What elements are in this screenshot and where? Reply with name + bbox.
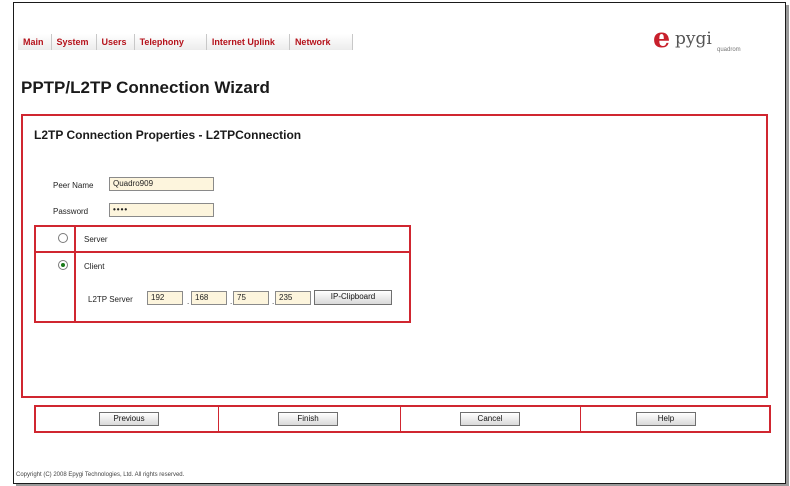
ip-octet-4-input[interactable]: 235 <box>275 291 311 305</box>
logo-word: pygi <box>675 29 712 49</box>
finish-button[interactable]: Finish <box>278 412 338 426</box>
ip-octet-3-input[interactable]: 75 <box>233 291 269 305</box>
nav-item-internet-uplink[interactable]: Internet Uplink <box>206 34 290 50</box>
button-bar-divider <box>400 405 401 433</box>
ip-separator: . <box>272 297 275 306</box>
ip-octet-2-input[interactable]: 168 <box>191 291 227 305</box>
nav-item-network[interactable]: Network <box>289 34 354 50</box>
previous-button[interactable]: Previous <box>99 412 159 426</box>
nav-item-system[interactable]: System <box>51 34 97 50</box>
top-nav: Main System Users Telephony Internet Upl… <box>18 34 354 50</box>
mode-divider-vertical <box>74 225 76 323</box>
password-label: Password <box>53 207 89 216</box>
logo-mark: e <box>653 23 671 54</box>
client-radio[interactable] <box>58 260 68 270</box>
ip-separator: . <box>187 297 190 306</box>
ip-separator: . <box>230 297 233 306</box>
l2tp-server-label: L2TP Server <box>88 295 133 304</box>
cancel-button[interactable]: Cancel <box>460 412 520 426</box>
password-input[interactable]: •••• <box>109 203 214 217</box>
epygi-logo: e pygi quadrom <box>653 24 749 56</box>
page-title: PPTP/L2TP Connection Wizard <box>21 78 270 97</box>
section-title: L2TP Connection Properties - L2TPConnect… <box>34 128 302 142</box>
client-label: Client <box>84 262 105 271</box>
logo-subtitle: quadrom <box>717 47 741 53</box>
button-bar-divider <box>580 405 581 433</box>
peer-name-label: Peer Name <box>53 181 94 190</box>
mode-divider-horizontal <box>34 251 411 253</box>
server-label: Server <box>84 235 108 244</box>
help-button[interactable]: Help <box>636 412 696 426</box>
server-radio[interactable] <box>58 233 68 243</box>
ip-octet-1-input[interactable]: 192 <box>147 291 183 305</box>
ip-clipboard-button[interactable]: IP-Clipboard <box>314 290 392 305</box>
nav-item-telephony[interactable]: Telephony <box>134 34 207 50</box>
nav-item-main[interactable]: Main <box>18 34 52 50</box>
nav-item-users[interactable]: Users <box>96 34 135 50</box>
peer-name-input[interactable]: Quadro909 <box>109 177 214 191</box>
client-radio-selected-dot <box>61 263 65 267</box>
button-bar-divider <box>218 405 219 433</box>
copyright-text: Copyright (C) 2008 Epygi Technologies, L… <box>16 472 185 478</box>
